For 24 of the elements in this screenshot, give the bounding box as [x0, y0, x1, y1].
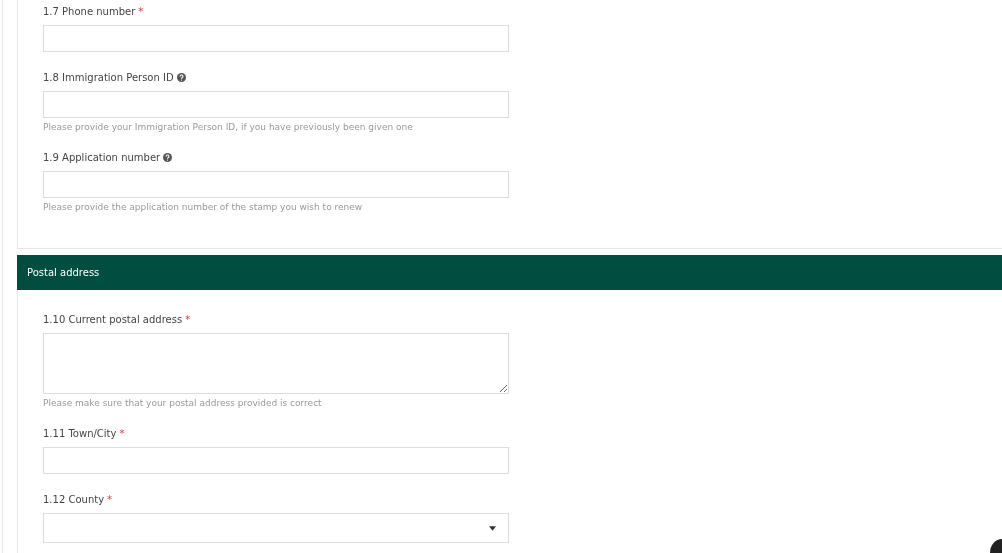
input-field[interactable] — [43, 171, 509, 198]
field-label: 1.12 County — [43, 493, 105, 505]
input-field[interactable] — [43, 447, 509, 474]
field-label: 1.11 Town/City — [43, 427, 117, 439]
help-icon[interactable] — [163, 152, 173, 162]
field-label: 1.7 Phone number — [43, 5, 136, 17]
input-field[interactable] — [43, 25, 509, 52]
hint-text: Please make sure that your postal address provided is correct — [43, 398, 323, 408]
required-mark: * — [185, 313, 191, 325]
hint-text: Please provide your Immigration Person ID, if you have previously been given one — [43, 122, 414, 132]
section-header: Postal address — [17, 255, 1002, 290]
field-label: 1.8 Immigration Person ID — [43, 71, 174, 83]
required-mark: * — [107, 493, 113, 505]
help-icon[interactable] — [176, 72, 186, 82]
required-mark: * — [119, 427, 125, 439]
field-label: 1.10 Current postal address — [43, 313, 183, 325]
field-label: 1.9 Application number — [43, 151, 161, 163]
chat-button[interactable] — [990, 539, 1002, 553]
caret-icon — [489, 526, 496, 531]
select-field[interactable] — [43, 513, 509, 543]
required-mark: * — [138, 5, 144, 17]
textarea-field[interactable] — [43, 333, 509, 394]
input-field[interactable] — [43, 91, 509, 118]
hint-text: Please provide the application number of the stamp you wish to renew — [43, 202, 364, 212]
